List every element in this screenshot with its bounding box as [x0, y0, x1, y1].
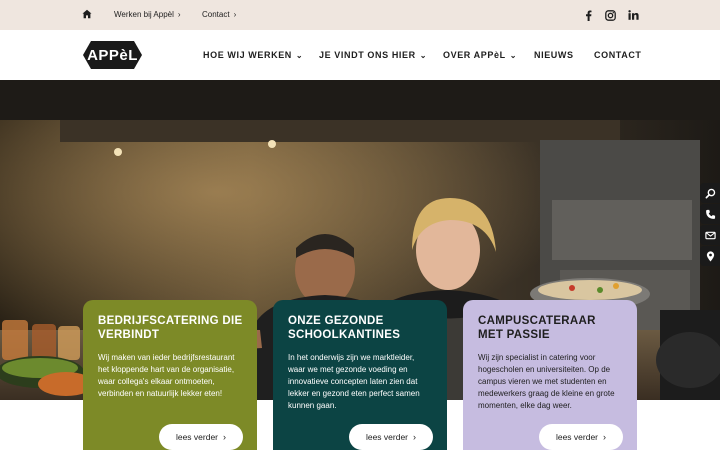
top-link-werken[interactable]: Werken bij Appèl ›	[114, 10, 181, 19]
side-location-button[interactable]	[700, 246, 720, 266]
side-phone-button[interactable]	[700, 204, 720, 224]
card-text: In het onderwijs zijn we marktleider, wa…	[288, 353, 420, 410]
nav-item-hoe-wij-werken[interactable]: HOE WIJ WERKEN ⌄	[203, 50, 303, 60]
read-more-button[interactable]: lees verder ›	[159, 424, 243, 450]
nav-item-contact[interactable]: CONTACT	[594, 50, 642, 60]
nav-item-je-vindt-ons-hier[interactable]: JE VINDT ONS HIER ⌄	[319, 50, 427, 60]
chevron-right-icon: ›	[223, 432, 227, 442]
nav-item-nieuws[interactable]: NIEUWS	[534, 50, 574, 60]
facebook-icon[interactable]	[582, 9, 594, 21]
button-label: lees verder	[555, 432, 599, 442]
read-more-button[interactable]: lees verder ›	[539, 424, 623, 450]
appel-logo[interactable]: APPèL	[82, 40, 143, 70]
main-navigation: APPèL HOE WIJ WERKEN ⌄ JE VINDT ONS HIER ⌄…	[0, 30, 720, 80]
read-more-button[interactable]: lees verder ›	[349, 424, 433, 450]
chevron-right-icon: ›	[413, 432, 417, 442]
location-icon	[706, 250, 714, 261]
nav-item-label: NIEUWS	[534, 50, 574, 60]
button-label: lees verder	[175, 432, 219, 442]
card-text: Wij zijn specialist in catering voor hog…	[478, 353, 615, 410]
instagram-icon[interactable]	[604, 9, 616, 21]
top-link-contact[interactable]: Contact ›	[202, 10, 236, 19]
top-link-label: Contact	[202, 10, 230, 19]
side-search-button[interactable]	[700, 183, 720, 203]
chevron-right-icon: ›	[603, 432, 607, 442]
nav-item-label: HOE WIJ WERKEN	[203, 50, 292, 60]
mail-icon	[704, 231, 716, 239]
nav-item-over-appel[interactable]: OVER APPèL ⌄	[443, 50, 517, 60]
side-mail-button[interactable]	[700, 225, 720, 245]
logo-text: APPèL	[87, 46, 138, 64]
nav-item-label: CONTACT	[594, 50, 642, 60]
card-text: Wij maken van ieder bedrijfsrestaurant h…	[98, 353, 235, 398]
top-link-label: Werken bij Appèl	[114, 10, 174, 19]
card-bedrijfscatering: BEDRIJFSCATERING DIE VERBINDT Wij maken …	[83, 300, 257, 450]
card-title: BEDRIJFSCATERING DIE VERBINDT	[98, 315, 243, 341]
nav-item-label: OVER APPèL	[443, 50, 506, 60]
chevron-right-icon: ›	[177, 10, 181, 19]
chevron-down-icon: ⌄	[509, 51, 517, 60]
chevron-down-icon: ⌄	[419, 51, 428, 60]
home-icon[interactable]	[82, 9, 92, 19]
card-campuscateraar: CAMPUSCATERAAR MET PASSIE Wij zijn speci…	[463, 300, 637, 450]
card-title: CAMPUSCATERAAR MET PASSIE	[478, 315, 596, 341]
card-title: ONZE GEZONDE SCHOOLKANTINES	[288, 315, 401, 341]
chevron-down-icon: ⌄	[295, 51, 304, 60]
button-label: lees verder	[365, 432, 409, 442]
search-icon	[705, 188, 715, 198]
top-utility-bar: Werken bij Appèl › Contact ›	[0, 0, 720, 30]
linkedin-icon[interactable]	[627, 9, 639, 21]
card-schoolkantines: ONZE GEZONDE SCHOOLKANTINES In het onder…	[273, 300, 447, 450]
phone-icon	[705, 209, 715, 219]
nav-item-label: JE VINDT ONS HIER	[319, 50, 416, 60]
chevron-right-icon: ›	[233, 10, 237, 19]
